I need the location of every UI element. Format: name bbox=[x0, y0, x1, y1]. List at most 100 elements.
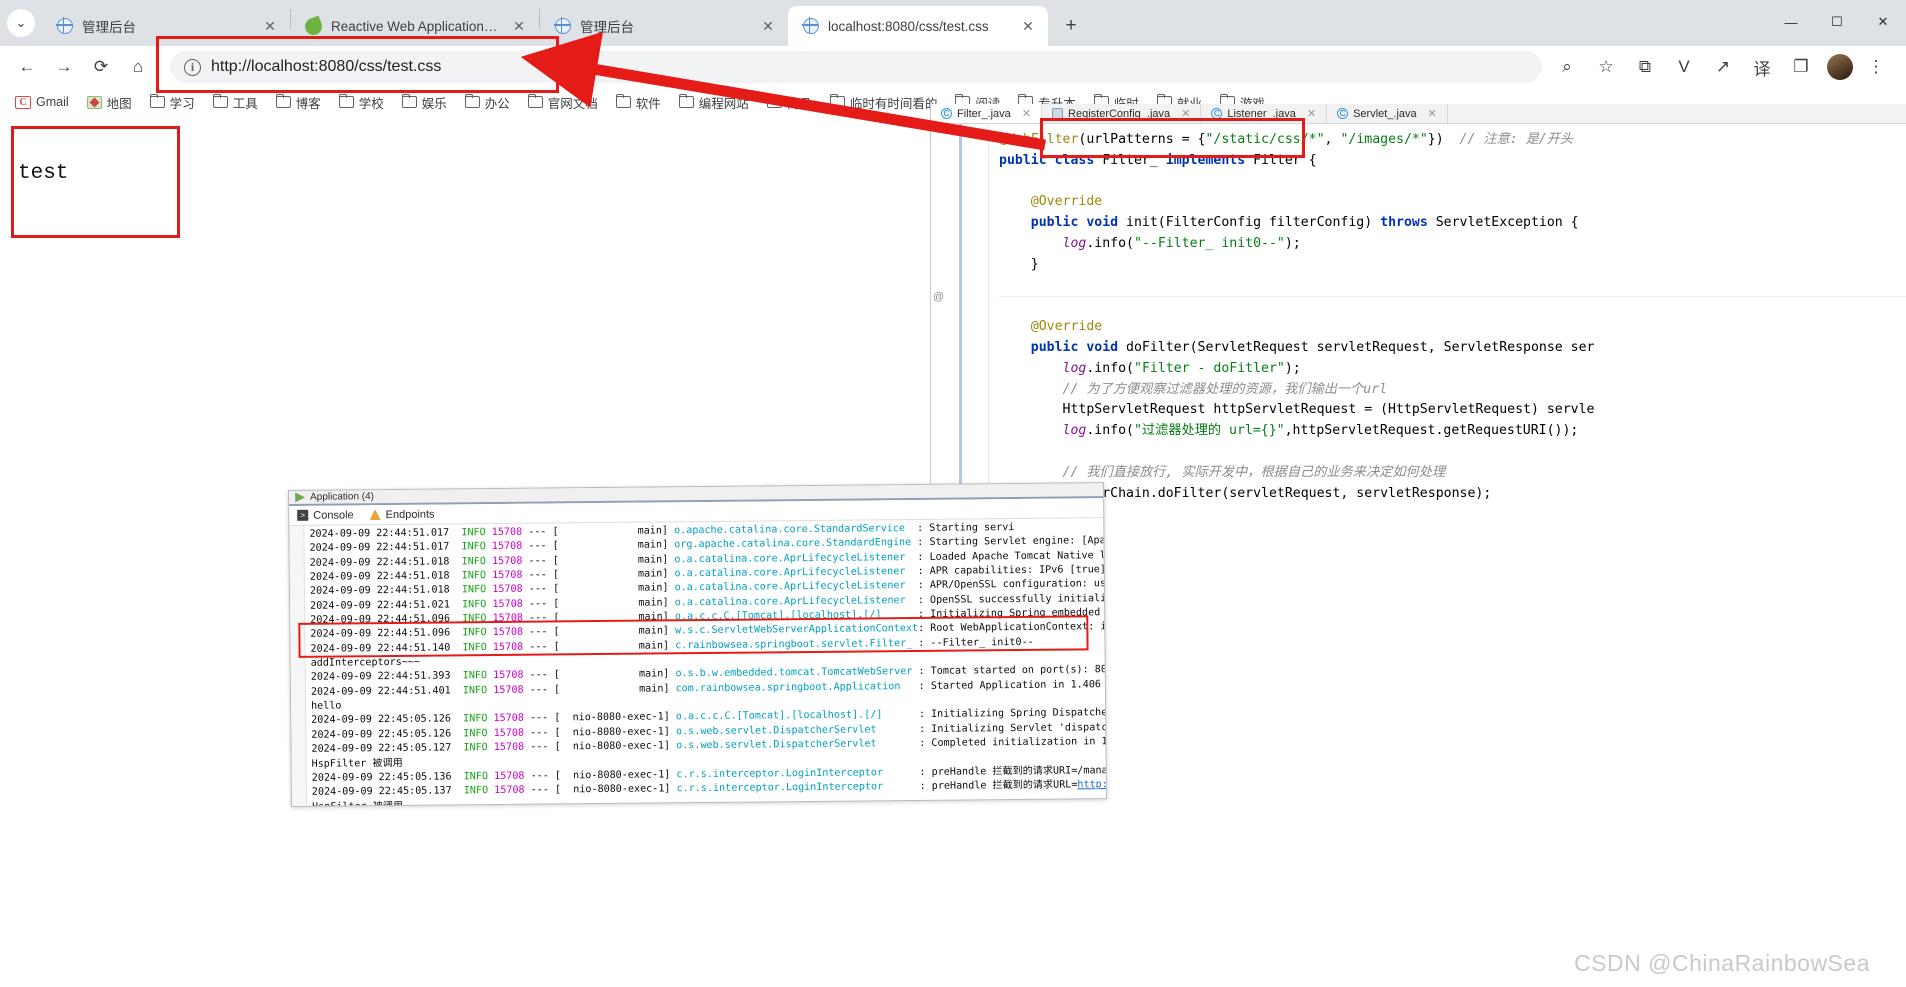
chevron-down-icon[interactable]: ⌄ bbox=[7, 9, 35, 37]
ide-gutter[interactable] bbox=[931, 124, 989, 529]
watermark: CSDN @ChinaRainbowSea bbox=[1574, 950, 1870, 977]
bookmark-label: 工具 bbox=[233, 93, 258, 112]
bookmark-folder-11[interactable]: 商品 bbox=[760, 91, 819, 114]
ide-tab-listener[interactable]: C Listener_.java ✕ bbox=[1201, 104, 1327, 123]
close-icon[interactable]: ✕ bbox=[1181, 107, 1190, 120]
avatar[interactable] bbox=[1827, 54, 1853, 80]
close-window-button[interactable]: ✕ bbox=[1860, 0, 1906, 44]
bookmark-folder-9[interactable]: 软件 bbox=[609, 91, 668, 114]
reading-list-icon[interactable]: ⧉ bbox=[1628, 50, 1662, 84]
bookmark-maps[interactable]: 地图 bbox=[80, 91, 139, 114]
config-class-icon bbox=[1052, 108, 1063, 119]
gmail-icon: C bbox=[15, 96, 31, 109]
back-icon[interactable]: ← bbox=[10, 50, 44, 84]
browser-tab-2[interactable]: Reactive Web Applications :: ✕ bbox=[291, 6, 539, 46]
close-icon[interactable]: ✕ bbox=[1022, 107, 1031, 120]
code-line: } bbox=[999, 504, 1906, 525]
ide-window: C Filter_.java ✕ RegisterConfig_.java ✕ … bbox=[930, 104, 1906, 529]
code-line: @WebFilter(urlPatterns = {"/static/css/*… bbox=[999, 130, 1906, 151]
browser-tab-1[interactable]: 管理后台 ✕ bbox=[42, 6, 290, 46]
tab-label: Endpoints bbox=[386, 508, 435, 520]
folder-icon bbox=[830, 96, 845, 108]
browser-tab-3[interactable]: 管理后台 ✕ bbox=[540, 6, 788, 46]
ide-editor-tabs: C Filter_.java ✕ RegisterConfig_.java ✕ … bbox=[931, 104, 1906, 124]
code-line: @Override bbox=[999, 192, 1906, 213]
bookmark-folder-8[interactable]: 官网文档 bbox=[521, 91, 605, 114]
split-screen-icon[interactable]: ❐ bbox=[1784, 50, 1818, 84]
console-log-output[interactable]: 2024-09-09 22:44:51.017 INFO 15708 --- [… bbox=[305, 518, 1106, 806]
bookmark-folder-10[interactable]: 编程网站 bbox=[672, 91, 756, 114]
spring-leaf-icon bbox=[305, 18, 322, 35]
v-extension-icon[interactable]: V bbox=[1667, 50, 1701, 84]
ide-tab-label: Servlet_.java bbox=[1353, 108, 1417, 120]
site-info-icon[interactable]: i bbox=[184, 59, 201, 76]
close-icon[interactable]: ✕ bbox=[1307, 107, 1316, 120]
close-icon[interactable]: ✕ bbox=[509, 16, 529, 36]
tab-title: 管理后台 bbox=[82, 16, 251, 36]
bookmark-folder-3[interactable]: 工具 bbox=[206, 91, 265, 114]
browser-tab-4-active[interactable]: localhost:8080/css/test.css ✕ bbox=[788, 6, 1048, 46]
tab-console[interactable]: > Console bbox=[297, 509, 353, 522]
ide-console-window: Application (4) > Console Endpoints 2024… bbox=[288, 482, 1107, 807]
maximize-button[interactable]: ☐ bbox=[1814, 0, 1860, 44]
bookmark-label: 编程网站 bbox=[699, 93, 749, 112]
bookmark-folder-12[interactable]: 临时有时间看的 bbox=[823, 91, 945, 114]
ide-tab-label: Listener_.java bbox=[1227, 108, 1296, 120]
code-blank-line bbox=[999, 442, 1906, 463]
close-icon[interactable]: ✕ bbox=[260, 16, 280, 36]
close-icon[interactable]: ✕ bbox=[1018, 16, 1038, 36]
bookmark-label: 临时有时间看的 bbox=[850, 93, 938, 112]
folder-icon bbox=[616, 96, 631, 108]
run-icon bbox=[295, 492, 305, 502]
close-icon[interactable]: ✕ bbox=[758, 16, 778, 36]
tab-label: Console bbox=[313, 509, 353, 521]
code-line: log.info("--Filter_ init0--"); bbox=[999, 234, 1906, 255]
minimize-button[interactable]: — bbox=[1768, 0, 1814, 44]
endpoints-icon bbox=[370, 509, 381, 520]
globe-icon bbox=[56, 18, 73, 35]
tab-endpoints[interactable]: Endpoints bbox=[370, 508, 435, 521]
globe-icon bbox=[554, 18, 571, 35]
bookmark-label: 博客 bbox=[296, 93, 321, 112]
console-icon: > bbox=[297, 510, 308, 521]
folder-icon bbox=[339, 96, 354, 108]
translate-icon[interactable]: 译 bbox=[1745, 50, 1779, 84]
bookmark-gmail[interactable]: C Gmail bbox=[8, 93, 76, 111]
bookmark-folder-6[interactable]: 娱乐 bbox=[395, 91, 454, 114]
bookmark-folder-4[interactable]: 博客 bbox=[269, 91, 328, 114]
browser-tab-strip: ⌄ 管理后台 ✕ Reactive Web Applications :: ✕ … bbox=[0, 0, 1906, 46]
code-line: @Override bbox=[999, 317, 1906, 338]
ide-override-gutter-marker[interactable]: @ bbox=[933, 291, 944, 303]
folder-icon bbox=[767, 96, 782, 108]
tab-title: localhost:8080/css/test.css bbox=[828, 19, 1009, 34]
ide-code-area[interactable]: @WebFilter(urlPatterns = {"/static/css/*… bbox=[989, 124, 1906, 529]
bookmark-folder-5[interactable]: 学校 bbox=[332, 91, 391, 114]
ide-tab-filter[interactable]: C Filter_.java ✕ bbox=[931, 104, 1042, 123]
close-icon[interactable]: ✕ bbox=[1428, 107, 1437, 120]
console-toolbar-rail[interactable] bbox=[289, 526, 307, 806]
folder-icon bbox=[465, 96, 480, 108]
home-icon[interactable]: ⌂ bbox=[121, 50, 155, 84]
address-bar[interactable]: i http://localhost:8080/css/test.css bbox=[170, 51, 1542, 83]
ide-tab-servlet[interactable]: C Servlet_.java ✕ bbox=[1327, 104, 1448, 123]
page-body-text: test bbox=[18, 162, 68, 185]
zoom-search-icon[interactable]: ⌕ bbox=[1550, 50, 1584, 84]
forward-icon[interactable]: → bbox=[47, 50, 81, 84]
code-line: public void doFilter(ServletRequest serv… bbox=[999, 338, 1906, 359]
bookmark-folder-7[interactable]: 办公 bbox=[458, 91, 517, 114]
menu-icon[interactable]: ⋮ bbox=[1859, 50, 1893, 84]
new-tab-button[interactable]: + bbox=[1054, 9, 1088, 43]
screenshot-root: ⌄ 管理后台 ✕ Reactive Web Applications :: ✕ … bbox=[0, 0, 1906, 987]
bookmark-star-icon[interactable]: ☆ bbox=[1589, 50, 1623, 84]
tab-title: 管理后台 bbox=[580, 16, 749, 36]
bookmark-folder-2[interactable]: 学习 bbox=[143, 91, 202, 114]
globe-icon bbox=[802, 18, 819, 35]
code-blank-line bbox=[999, 525, 1906, 529]
ide-tab-registerconfig[interactable]: RegisterConfig_.java ✕ bbox=[1042, 104, 1201, 123]
ide-tab-label: Filter_.java bbox=[957, 108, 1011, 120]
reload-icon[interactable]: ⟳ bbox=[84, 50, 118, 84]
code-line: // 为了方便观察过滤器处理的资源，我们输出一个url bbox=[999, 380, 1906, 401]
share-icon[interactable]: ↗ bbox=[1706, 50, 1740, 84]
window-controls: — ☐ ✕ bbox=[1768, 0, 1906, 44]
code-line: HttpServletRequest httpServletRequest = … bbox=[999, 400, 1906, 421]
